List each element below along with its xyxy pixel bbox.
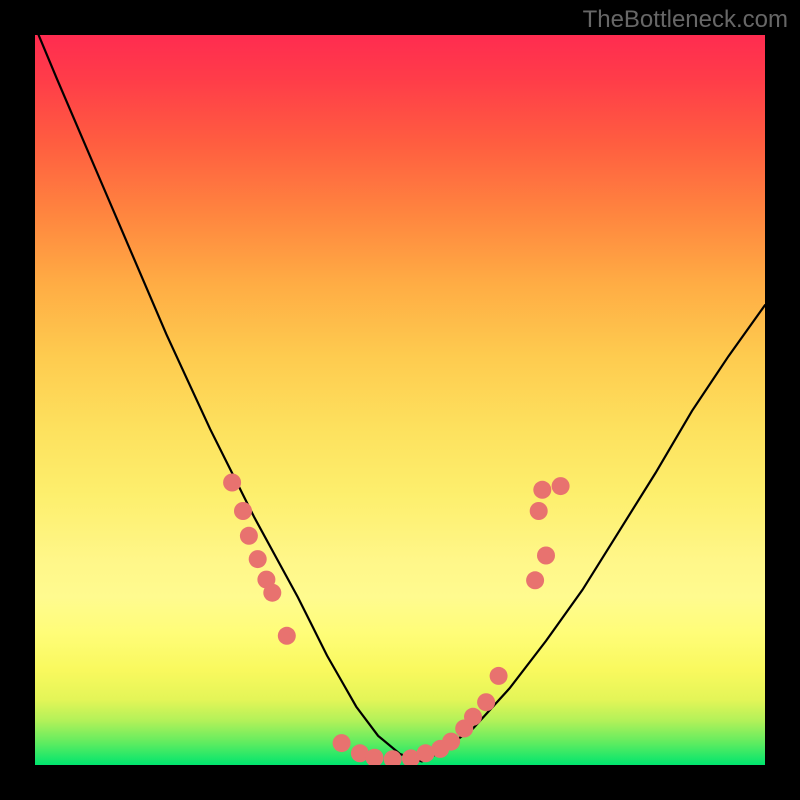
data-point bbox=[552, 477, 570, 495]
data-point bbox=[526, 571, 544, 589]
data-point bbox=[442, 733, 460, 751]
chart-frame: TheBottleneck.com bbox=[0, 0, 800, 800]
data-point bbox=[278, 627, 296, 645]
data-point bbox=[533, 481, 551, 499]
data-point bbox=[223, 474, 241, 492]
data-point bbox=[263, 584, 281, 602]
chart-plot-area bbox=[35, 35, 765, 765]
data-point bbox=[537, 547, 555, 565]
data-point bbox=[464, 708, 482, 726]
data-point bbox=[249, 550, 267, 568]
bottleneck-curve-line bbox=[39, 35, 765, 761]
chart-svg bbox=[35, 35, 765, 765]
data-point bbox=[240, 527, 258, 545]
data-point bbox=[477, 693, 495, 711]
data-point bbox=[490, 667, 508, 685]
data-point bbox=[333, 734, 351, 752]
data-points-group bbox=[223, 474, 569, 766]
data-point bbox=[530, 502, 548, 520]
data-point bbox=[234, 502, 252, 520]
watermark-text: TheBottleneck.com bbox=[583, 6, 788, 34]
